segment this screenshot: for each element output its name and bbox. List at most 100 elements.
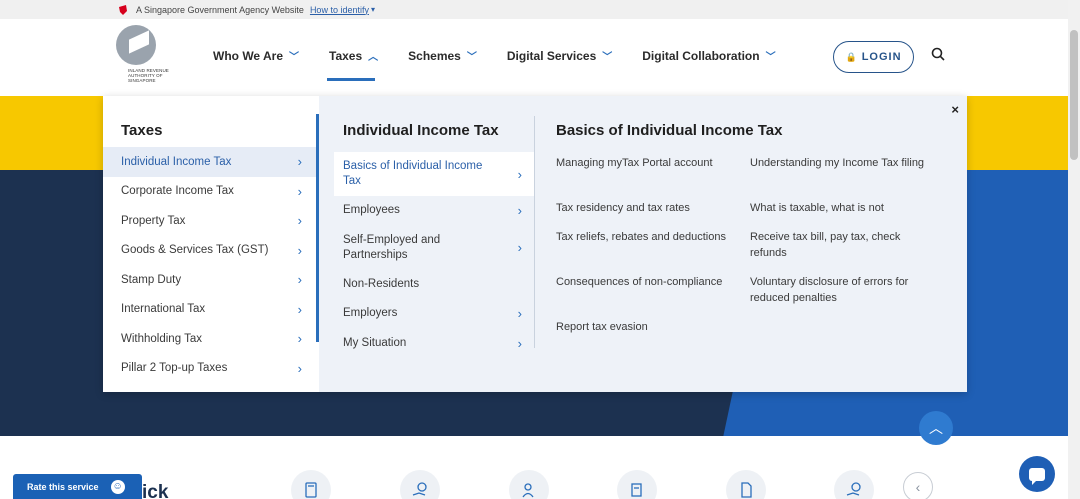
carousel-prev-button[interactable]: ‹ (903, 472, 933, 499)
chevron-right-icon: › (297, 272, 302, 288)
chevron-right-icon: › (297, 242, 302, 258)
chat-button[interactable] (1019, 456, 1055, 492)
login-button[interactable]: 🔒 LOGIN (833, 41, 914, 73)
individual-income-tax-column: Individual Income Tax Basics of Individu… (319, 96, 535, 392)
chevron-right-icon: › (297, 360, 302, 376)
scrollbar-thumb[interactable] (1070, 30, 1078, 160)
chevron-right-icon: › (517, 335, 522, 351)
chevron-right-icon: › (517, 306, 522, 322)
close-icon[interactable]: × (951, 102, 959, 117)
chevron-down-icon[interactable]: ▾ (371, 5, 375, 14)
basics-link-grid: Managing myTax Portal account Understand… (556, 155, 936, 349)
menu-item-label: Employees (343, 204, 400, 217)
basics-column: Basics of Individual Income Tax Managing… (535, 96, 967, 392)
menu-item-stamp-duty[interactable]: Stamp Duty › (103, 265, 316, 295)
nav-label: Taxes (329, 48, 363, 63)
how-to-identify-link[interactable]: How to identify (310, 5, 369, 15)
link-report-tax-evasion[interactable]: Report tax evasion (556, 319, 750, 349)
chevron-down-icon: ﹀ (466, 52, 477, 63)
link-tax-residency[interactable]: Tax residency and tax rates (556, 200, 750, 229)
basics-heading: Basics of Individual Income Tax (556, 122, 783, 139)
scroll-to-top-button[interactable]: ︿ (919, 411, 953, 445)
link-what-is-taxable[interactable]: What is taxable, what is not (750, 200, 930, 229)
logo-text: INLAND REVENUE AUTHORITY OF SINGAPORE (128, 68, 169, 83)
chat-bubble-icon (1029, 467, 1045, 485)
site-header: INLAND REVENUE AUTHORITY OF SINGAPORE Wh… (0, 19, 1068, 96)
menu-item-individual-income-tax[interactable]: Individual Income Tax › (103, 147, 316, 177)
menu-item-corporate-income-tax[interactable]: Corporate Income Tax › (103, 177, 316, 207)
nav-label: Who We Are (213, 48, 284, 63)
rate-this-service-button[interactable]: Rate this service ☺ (13, 474, 142, 499)
chevron-down-icon: ﹀ (602, 52, 613, 63)
chevron-down-icon: ﹀ (289, 52, 300, 63)
menu-item-label: Property Tax (121, 214, 186, 227)
login-label: LOGIN (861, 51, 902, 63)
link-managing-mytax-portal[interactable]: Managing myTax Portal account (556, 155, 750, 200)
active-nav-underline (327, 78, 376, 81)
chevron-down-icon: ﹀ (765, 52, 776, 63)
taxes-heading: Taxes (121, 122, 163, 139)
chevron-right-icon: › (517, 240, 522, 255)
menu-item-withholding-tax[interactable]: Withholding Tax › (103, 324, 316, 354)
quick-links-title: ick (142, 482, 169, 499)
menu-item-label: Employers (343, 307, 398, 320)
nav-digital-collaboration[interactable]: Digital Collaboration ﹀ (642, 48, 776, 64)
menu-item-international-tax[interactable]: International Tax › (103, 295, 316, 325)
nav-label: Digital Collaboration (642, 48, 760, 63)
gov-agency-text: A Singapore Government Agency Website (136, 4, 304, 15)
nav-taxes[interactable]: Taxes ︿ (327, 48, 379, 81)
chevron-right-icon: › (297, 331, 302, 347)
lion-head-icon (119, 4, 127, 15)
nav-schemes[interactable]: Schemes ﹀ (408, 48, 477, 64)
chevron-right-icon: › (517, 203, 522, 219)
link-voluntary-disclosure[interactable]: Voluntary disclosure of errors for reduc… (750, 274, 930, 319)
nav-label: Digital Services (506, 48, 597, 63)
menu-item-label: Individual Income Tax (121, 155, 232, 168)
nav-who-we-are[interactable]: Who We Are ﹀ (213, 48, 300, 64)
menu-item-basics[interactable]: Basics of Individual Income Tax › (334, 152, 534, 196)
smiley-icon: ☺ (110, 479, 125, 494)
menu-item-label: Withholding Tax (121, 332, 202, 345)
lock-icon: 🔒 (845, 51, 858, 62)
main-nav: Who We Are ﹀ Taxes ︿ Schemes ﹀ Digital S… (213, 48, 806, 81)
menu-item-gst[interactable]: Goods & Services Tax (GST) › (103, 236, 316, 266)
chevron-up-icon: ︿ (368, 52, 379, 63)
chevron-right-icon: › (297, 213, 302, 229)
chevron-right-icon: › (517, 166, 522, 182)
menu-item-my-situation[interactable]: My Situation › (334, 329, 534, 359)
menu-item-employees[interactable]: Employees › (334, 196, 534, 226)
chevron-right-icon: › (297, 154, 302, 170)
menu-item-label: International Tax (121, 303, 206, 316)
menu-item-label: Self-Employed and Partnerships (343, 233, 441, 261)
menu-item-employers[interactable]: Employers › (334, 299, 534, 329)
menu-item-label: Goods & Services Tax (GST) (121, 244, 269, 257)
chevron-right-icon: › (297, 301, 302, 317)
gov-masthead: A Singapore Government Agency Website Ho… (0, 0, 1068, 19)
rate-label: Rate this service (27, 481, 99, 492)
taxes-mega-menu: Taxes Individual Income Tax › Corporate I… (103, 96, 967, 392)
menu-item-label: Pillar 2 Top-up Taxes (121, 362, 228, 375)
menu-item-label: Non-Residents (343, 277, 420, 290)
link-non-compliance[interactable]: Consequences of non-compliance (556, 274, 750, 319)
menu-item-label: Corporate Income Tax (121, 185, 234, 198)
individual-income-tax-heading: Individual Income Tax (343, 122, 499, 139)
menu-item-property-tax[interactable]: Property Tax › (103, 206, 316, 236)
nav-label: Schemes (408, 48, 461, 63)
iras-logo[interactable]: INLAND REVENUE AUTHORITY OF SINGAPORE (116, 25, 178, 91)
logo-mark-icon (116, 25, 156, 65)
individual-income-tax-list: Basics of Individual Income Tax › Employe… (334, 152, 534, 358)
taxes-list: Individual Income Tax › Corporate Income … (103, 147, 316, 383)
link-receive-tax-bill[interactable]: Receive tax bill, pay tax, check refunds (750, 229, 930, 274)
menu-item-non-residents[interactable]: Non-Residents (334, 270, 534, 300)
taxes-column: Taxes Individual Income Tax › Corporate I… (103, 96, 319, 392)
menu-item-pillar-2[interactable]: Pillar 2 Top-up Taxes › (103, 354, 316, 384)
link-understanding-filing[interactable]: Understanding my Income Tax filing (750, 155, 930, 200)
link-tax-reliefs[interactable]: Tax reliefs, rebates and deductions (556, 229, 750, 274)
page-scrollbar[interactable] (1068, 0, 1080, 499)
menu-item-label: Basics of Individual Income Tax (343, 160, 483, 187)
search-icon[interactable] (931, 47, 945, 61)
menu-item-label: My Situation (343, 336, 407, 349)
chevron-right-icon: › (297, 183, 302, 199)
menu-item-self-employed[interactable]: Self-Employed and Partnerships › (334, 226, 534, 270)
nav-digital-services[interactable]: Digital Services ﹀ (506, 48, 613, 64)
